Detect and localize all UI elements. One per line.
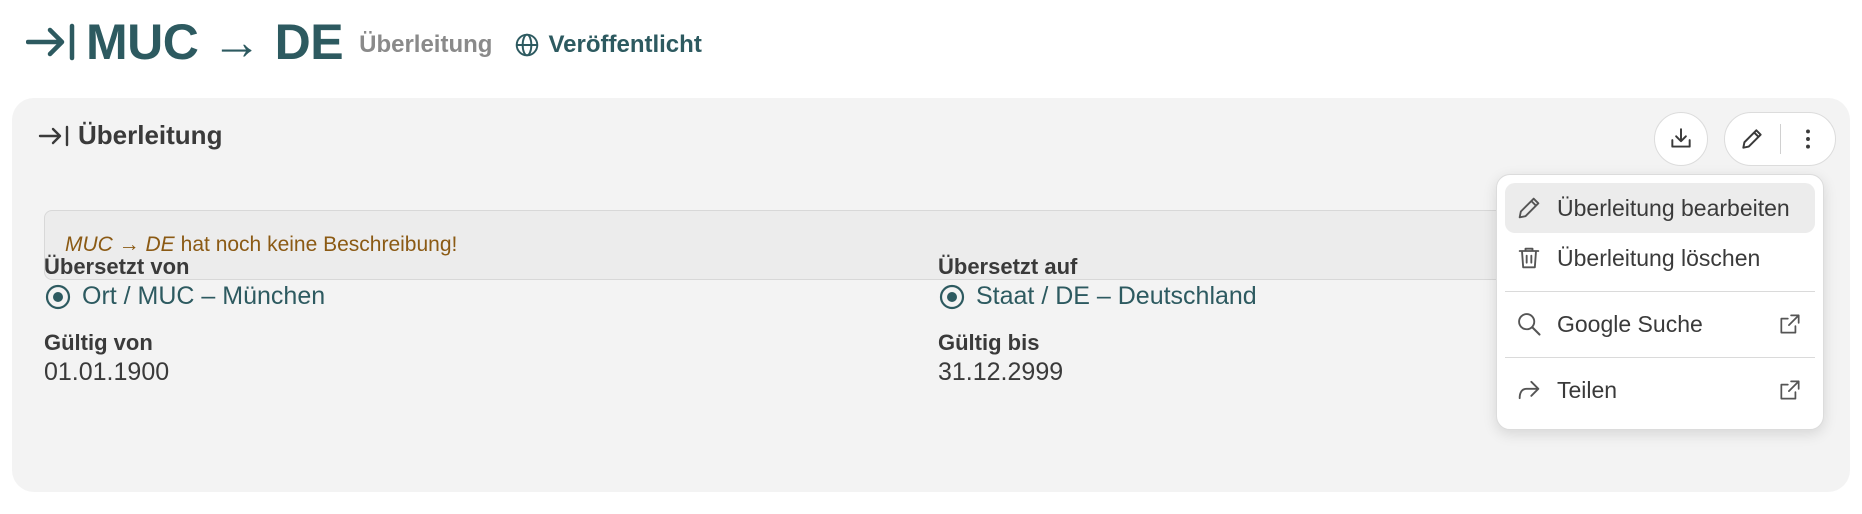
valid-from-label: Gültig von xyxy=(44,330,153,355)
valid-to-value: 31.12.2999 xyxy=(938,358,1064,386)
external-link-icon xyxy=(1780,314,1800,334)
from-label: Übersetzt von xyxy=(44,254,190,279)
from-value: Ort / MUC – München xyxy=(82,282,326,310)
to-link[interactable]: Staat / DE – Deutschland xyxy=(938,282,1257,311)
menu-item-share[interactable]: Teilen xyxy=(1505,365,1815,415)
search-icon xyxy=(1518,313,1541,336)
radio-target-icon xyxy=(45,284,71,309)
to-value: Staat / DE – Deutschland xyxy=(976,282,1257,310)
menu-item-edit[interactable]: Überleitung bearbeiten xyxy=(1505,183,1815,233)
page-type: Überleitung xyxy=(359,31,493,58)
arrow-to-bar-icon xyxy=(26,23,75,61)
menu-item-google-search[interactable]: Google Suche xyxy=(1505,299,1815,349)
menu-item-label: Überleitung löschen xyxy=(1557,244,1761,271)
page-header: MUC → DE Überleitung Veröffentlicht xyxy=(26,12,702,72)
card-title: Überleitung xyxy=(78,120,223,150)
page-title: MUC → DE xyxy=(86,14,344,70)
valid-to-label: Gültig bis xyxy=(938,330,1040,355)
menu-divider xyxy=(1505,291,1815,292)
description-notice: MUC → DE hat noch keine Beschreibung! xyxy=(44,210,1664,280)
menu-item-delete[interactable]: Überleitung löschen xyxy=(1505,233,1815,283)
menu-item-label: Überleitung bearbeiten xyxy=(1557,194,1790,221)
edit-button[interactable] xyxy=(1725,113,1780,165)
status-badge: Veröffentlicht xyxy=(514,31,702,59)
arrow-to-bar-icon xyxy=(38,125,69,146)
from-link[interactable]: Ort / MUC – München xyxy=(44,282,325,311)
download-button[interactable] xyxy=(1654,112,1708,166)
pencil-icon xyxy=(1742,129,1762,149)
menu-item-label: Google Suche xyxy=(1557,310,1703,337)
description-text: hat noch keine Beschreibung! xyxy=(180,233,458,256)
pencil-icon xyxy=(1518,197,1540,219)
external-link-icon xyxy=(1780,380,1800,400)
to-label: Übersetzt auf xyxy=(938,254,1078,279)
valid-from-value: 01.01.1900 xyxy=(44,358,170,386)
edit-actions-group xyxy=(1724,112,1836,166)
more-vertical-icon xyxy=(1805,129,1810,149)
more-options-button[interactable] xyxy=(1781,113,1836,165)
status-label: Veröffentlicht xyxy=(548,31,702,58)
radio-target-icon xyxy=(939,284,965,309)
options-menu: Überleitung bearbeiten Überleitung lösch… xyxy=(1496,174,1824,430)
share-icon xyxy=(1518,380,1540,400)
card-header: Überleitung xyxy=(38,120,222,151)
menu-item-label: Teilen xyxy=(1557,376,1618,403)
trash-icon xyxy=(1518,247,1540,269)
globe-icon xyxy=(516,33,539,57)
menu-divider xyxy=(1505,357,1815,358)
download-icon xyxy=(1671,128,1691,148)
